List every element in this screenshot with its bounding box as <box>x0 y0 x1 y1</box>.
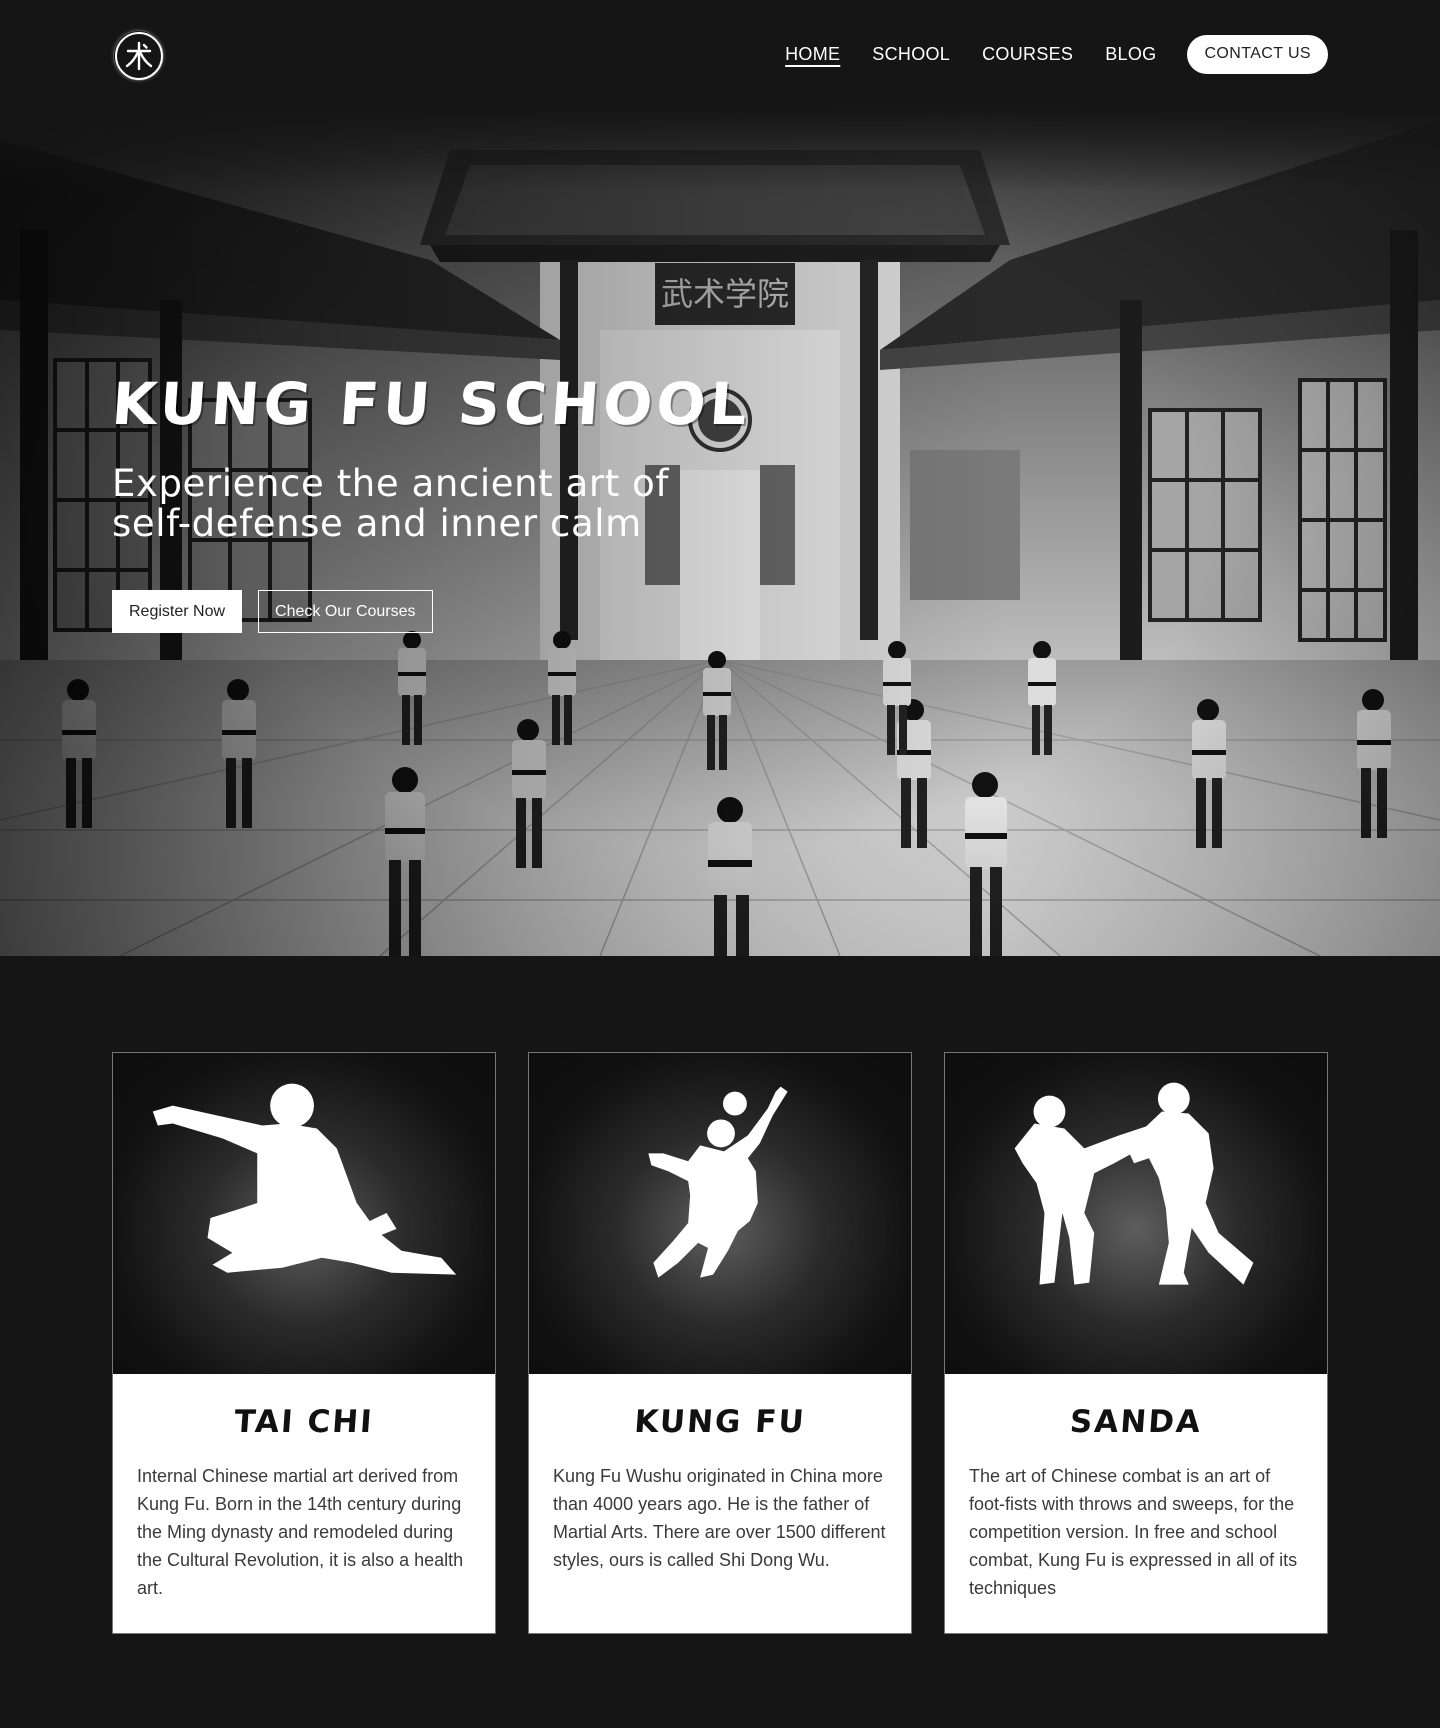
sanda-silhouette-icon <box>1014 1082 1254 1285</box>
nav-courses[interactable]: COURSES <box>982 44 1073 65</box>
hero-subtitle: Experience the ancient art of self-defen… <box>112 462 670 545</box>
site-header: HOME SCHOOL COURSES BLOG CONTACT US <box>0 0 1440 110</box>
contact-us-button[interactable]: CONTACT US <box>1187 34 1328 74</box>
hero-section: 武术学院 <box>0 0 1440 956</box>
kung-fu-character-logo-icon <box>114 31 163 80</box>
card-title: TAI CHI <box>233 1404 375 1440</box>
card-text: Kung Fu Wushu originated in China more t… <box>553 1466 886 1570</box>
card-image <box>945 1053 1327 1374</box>
card-image <box>113 1053 495 1374</box>
disciplines-section: TAI CHI Internal Chinese martial art der… <box>112 1052 1328 1634</box>
card-kung-fu[interactable]: KUNG FU Kung Fu Wushu originated in Chin… <box>528 1052 912 1634</box>
tai-chi-silhouette-icon <box>152 1083 457 1275</box>
nav-blog[interactable]: BLOG <box>1105 44 1156 65</box>
card-sanda[interactable]: SANDA The art of Chinese combat is an ar… <box>944 1052 1328 1634</box>
nav-school[interactable]: SCHOOL <box>872 44 950 65</box>
register-now-button[interactable]: Register Now <box>112 590 243 633</box>
card-image <box>529 1053 911 1374</box>
card-text: Internal Chinese martial art derived fro… <box>137 1466 464 1598</box>
site-logo[interactable] <box>111 28 166 83</box>
card-text: The art of Chinese combat is an art of f… <box>969 1466 1298 1598</box>
kung-fu-silhouette-icon <box>648 1086 788 1278</box>
card-title: SANDA <box>1068 1404 1204 1440</box>
hero-title: KUNG FU SCHOOL <box>109 370 754 438</box>
hero-content: KUNG FU SCHOOL Experience the ancient ar… <box>109 370 754 633</box>
check-courses-button[interactable]: Check Our Courses <box>258 590 433 633</box>
nav-home[interactable]: HOME <box>785 44 840 65</box>
hero-buttons: Register Now Check Our Courses <box>112 590 751 633</box>
card-tai-chi[interactable]: TAI CHI Internal Chinese martial art der… <box>112 1052 496 1634</box>
main-nav: HOME SCHOOL COURSES BLOG CONTACT US <box>785 34 1440 74</box>
card-title: KUNG FU <box>633 1404 807 1440</box>
